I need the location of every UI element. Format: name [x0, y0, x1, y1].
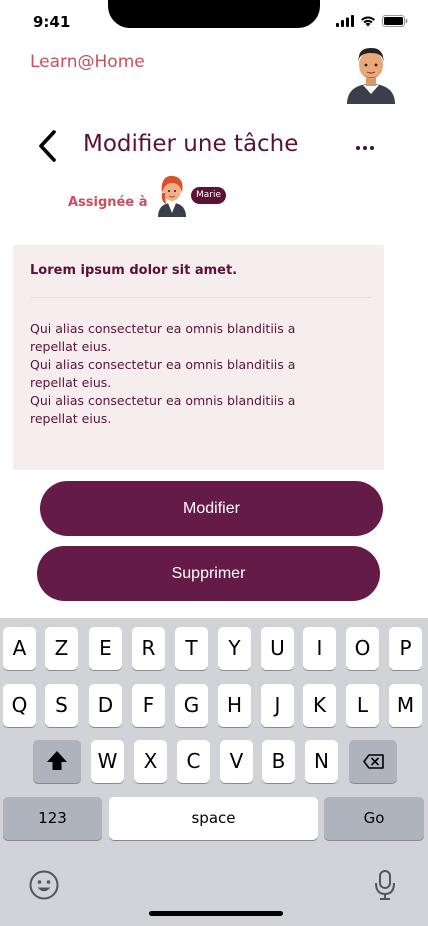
numbers-key[interactable]: 123 [3, 797, 102, 840]
device-notch [108, 0, 320, 28]
space-key[interactable]: space [109, 797, 318, 840]
shift-arrow-icon [47, 751, 67, 770]
key-d[interactable]: D [89, 684, 122, 727]
key-c[interactable]: C [177, 740, 210, 783]
task-title[interactable]: Lorem ipsum dolor sit amet. [30, 263, 237, 278]
cellular-signal-icon [336, 15, 354, 27]
key-h[interactable]: H [218, 684, 251, 727]
key-e[interactable]: E [89, 627, 122, 670]
back-arrow-icon[interactable] [34, 128, 62, 164]
user-avatar[interactable] [343, 42, 399, 106]
key-t[interactable]: T [175, 627, 208, 670]
key-k[interactable]: K [303, 684, 336, 727]
task-card[interactable]: Lorem ipsum dolor sit amet. Qui alias co… [13, 245, 384, 470]
more-options-icon[interactable] [353, 140, 377, 156]
key-m[interactable]: M [389, 684, 422, 727]
key-l[interactable]: L [346, 684, 379, 727]
home-indicator [149, 911, 283, 916]
key-g[interactable]: G [175, 684, 208, 727]
status-bar: 9:41 [0, 0, 428, 44]
microphone-icon[interactable] [374, 869, 396, 901]
key-y[interactable]: Y [218, 627, 251, 670]
key-a[interactable]: A [3, 627, 36, 670]
key-q[interactable]: Q [3, 684, 36, 727]
key-p[interactable]: P [389, 627, 422, 670]
status-time: 9:41 [33, 13, 71, 31]
wifi-icon [361, 16, 375, 27]
assignee-name-chip: Marie [191, 187, 227, 204]
key-r[interactable]: R [132, 627, 165, 670]
key-x[interactable]: X [134, 740, 167, 783]
key-b[interactable]: B [262, 740, 295, 783]
key-i[interactable]: I [303, 627, 336, 670]
modify-button[interactable]: Modifier [40, 481, 383, 536]
key-z[interactable]: Z [45, 627, 78, 670]
key-n[interactable]: N [305, 740, 338, 783]
key-j[interactable]: J [261, 684, 294, 727]
backspace-icon [363, 754, 384, 769]
status-icons [336, 15, 408, 27]
go-key[interactable]: Go [324, 797, 424, 840]
app-brand: Learn@Home [30, 52, 145, 72]
key-v[interactable]: V [220, 740, 253, 783]
task-description[interactable]: Qui alias consectetur ea omnis blanditii… [30, 320, 330, 428]
assignee-label: Assignée à [68, 195, 148, 210]
assignee-avatar[interactable] [155, 173, 189, 217]
emoji-icon[interactable] [28, 869, 60, 901]
shift-key[interactable] [33, 740, 81, 783]
task-divider [30, 297, 371, 298]
key-f[interactable]: F [132, 684, 165, 727]
key-o[interactable]: O [346, 627, 379, 670]
key-u[interactable]: U [261, 627, 294, 670]
key-w[interactable]: W [91, 740, 124, 783]
key-s[interactable]: S [45, 684, 78, 727]
delete-button[interactable]: Supprimer [37, 546, 380, 601]
battery-icon [382, 15, 408, 27]
backspace-key[interactable] [349, 740, 397, 783]
page-title: Modifier une tâche [83, 131, 299, 157]
